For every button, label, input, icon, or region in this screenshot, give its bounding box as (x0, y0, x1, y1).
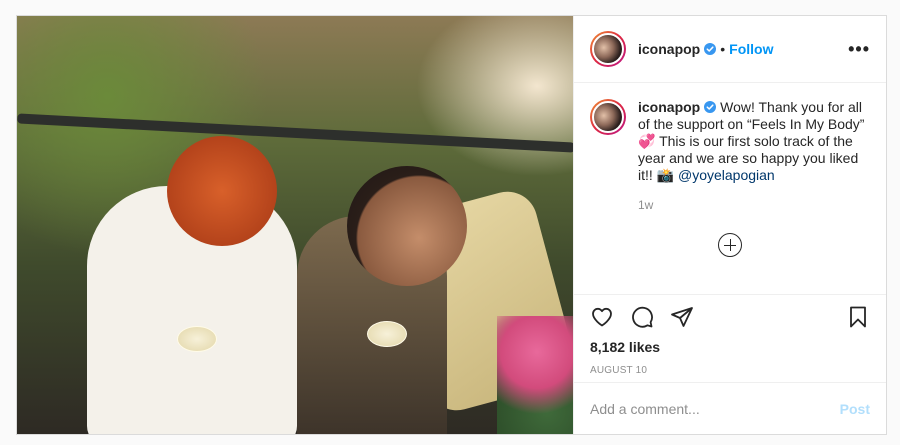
header-separator: • (720, 41, 726, 57)
post-actions: 8,182 likes AUGUST 10 (574, 294, 886, 382)
comment-bubble-icon[interactable] (630, 305, 654, 329)
photo-smiling-face (347, 166, 467, 286)
photo-flowers (497, 316, 573, 434)
caption-username[interactable]: iconapop (638, 99, 700, 115)
bookmark-icon[interactable] (846, 305, 870, 329)
verified-badge-icon (704, 101, 717, 113)
caption-mention-link[interactable]: @yoyelapogian (678, 167, 775, 183)
photo-balcony-rail (17, 113, 573, 153)
post-time-ago[interactable]: 1w (638, 198, 870, 212)
comment-input[interactable] (590, 400, 840, 417)
header-username[interactable]: iconapop (638, 41, 700, 57)
comments-section: iconapop Wow! Thank you for all of the s… (574, 83, 886, 294)
avatar[interactable] (590, 31, 626, 67)
caption-comment: iconapop Wow! Thank you for all of the s… (590, 99, 870, 184)
caption-text: iconapop Wow! Thank you for all of the s… (638, 99, 870, 184)
action-icons (590, 295, 870, 339)
photo-glass-right (367, 321, 407, 347)
circle-plus-icon[interactable] (718, 233, 742, 257)
verified-badge-icon (704, 43, 717, 55)
photo-glass-left (177, 326, 217, 352)
caption-avatar[interactable] (590, 99, 626, 135)
post-date[interactable]: AUGUST 10 (590, 365, 870, 376)
follow-button[interactable]: Follow (729, 41, 773, 57)
heart-icon[interactable] (590, 305, 614, 329)
paper-plane-icon[interactable] (670, 305, 694, 329)
post-comment-button[interactable]: Post (840, 401, 870, 417)
photo-red-hair (167, 136, 277, 246)
post-header: iconapop • Follow ••• (574, 16, 886, 83)
post-sidebar: iconapop • Follow ••• iconapop Wow! Than… (573, 16, 886, 434)
instagram-post: iconapop • Follow ••• iconapop Wow! Than… (16, 15, 887, 435)
more-options-icon[interactable]: ••• (848, 40, 870, 58)
load-more-comments (574, 233, 886, 257)
likes-count[interactable]: 8,182 likes (590, 339, 870, 355)
post-photo[interactable] (17, 16, 573, 434)
add-comment-bar: Post (574, 382, 886, 434)
